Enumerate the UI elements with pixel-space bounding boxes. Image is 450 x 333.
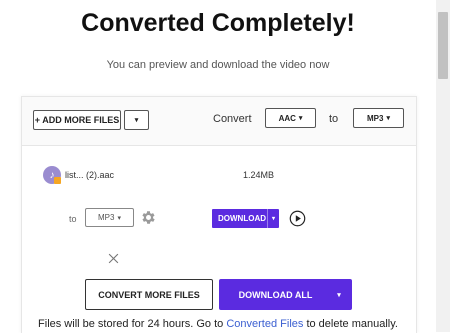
chevron-down-icon[interactable]: ▾: [267, 209, 279, 228]
toolbar: + ADD MORE FILES ▾ Convert AAC ▾ to MP3 ▾: [22, 97, 416, 146]
gear-icon[interactable]: [140, 209, 157, 226]
add-more-files-label: + ADD MORE FILES: [34, 115, 120, 125]
scrollbar-track[interactable]: [436, 0, 450, 332]
download-all-button[interactable]: DOWNLOAD ALL ▾: [219, 279, 352, 310]
storage-note-text-end: to delete manually.: [303, 318, 398, 330]
close-icon[interactable]: [108, 253, 119, 264]
conversion-card: + ADD MORE FILES ▾ Convert AAC ▾ to MP3 ▾ …: [21, 96, 417, 333]
chevron-down-icon: ▾: [134, 117, 139, 124]
storage-note: Files will be stored for 24 hours. Go to…: [0, 318, 436, 330]
to-label: to: [329, 113, 339, 125]
file-name: list... (2).aac: [65, 170, 115, 180]
chevron-down-icon: ▾: [117, 214, 121, 222]
output-to-label: to: [69, 214, 77, 224]
download-button[interactable]: DOWNLOAD ▾: [212, 209, 279, 228]
scrollbar-thumb[interactable]: [438, 12, 448, 79]
file-badge-icon: [54, 177, 61, 184]
convert-more-files-label: CONVERT MORE FILES: [98, 289, 200, 300]
page-subtitle: You can preview and download the video n…: [106, 59, 330, 71]
output-format-select[interactable]: MP3 ▾: [85, 208, 134, 227]
output-format-value: MP3: [98, 213, 115, 222]
chevron-down-icon: ▾: [386, 115, 390, 122]
to-format-value: MP3: [367, 113, 384, 123]
download-label: DOWNLOAD: [218, 214, 266, 223]
from-format-select[interactable]: AAC ▾: [265, 108, 316, 128]
download-all-label: DOWNLOAD ALL: [238, 289, 313, 300]
chevron-down-icon: ▾: [298, 115, 303, 122]
storage-note-text: Files will be stored for 24 hours. Go to: [38, 318, 227, 330]
convert-more-files-button[interactable]: CONVERT MORE FILES: [85, 279, 213, 310]
play-icon[interactable]: [289, 210, 306, 227]
converted-files-link[interactable]: Converted Files: [226, 318, 303, 330]
chevron-down-icon[interactable]: ▾: [326, 291, 352, 299]
add-more-files-dropdown[interactable]: ▾: [124, 110, 149, 130]
add-more-files-button[interactable]: + ADD MORE FILES: [33, 110, 121, 130]
from-format-value: AAC: [278, 113, 296, 123]
page-title: Converted Completely!: [81, 9, 355, 37]
convert-label: Convert: [213, 113, 252, 125]
file-size: 1.24MB: [243, 170, 275, 180]
to-format-select[interactable]: MP3 ▾: [353, 108, 404, 128]
